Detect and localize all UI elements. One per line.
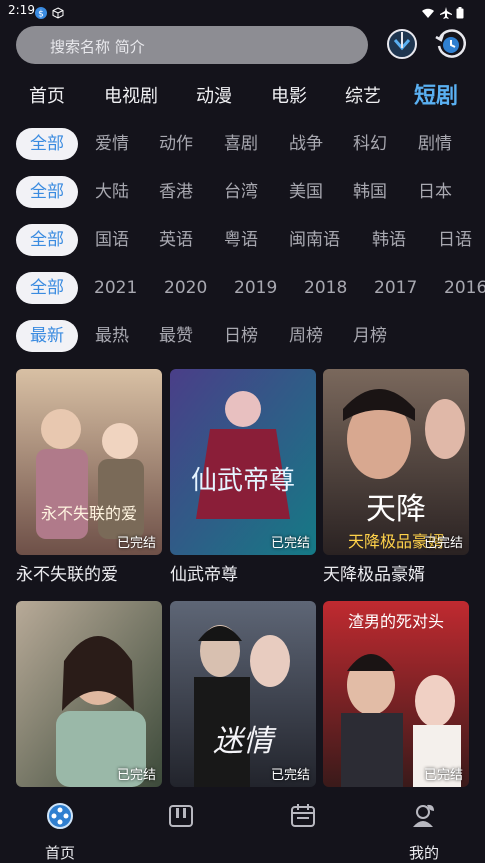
status-badge: 已完结: [116, 768, 156, 783]
year-option[interactable]: 2016: [444, 272, 485, 304]
category-tabs: 首页 电视剧 动漫 电影 综艺 短剧: [0, 78, 485, 110]
download-icon: [387, 29, 417, 59]
genre-option[interactable]: 战争: [289, 128, 323, 160]
tab-movies[interactable]: 电影: [271, 82, 307, 108]
drama-card[interactable]: 已完结: [16, 601, 162, 787]
svg-text:$: $: [38, 10, 44, 20]
drama-card[interactable]: 迷情 已完结: [170, 601, 316, 787]
piano-icon: [169, 805, 193, 827]
tab-short-drama[interactable]: 短剧: [414, 78, 458, 110]
nav-profile[interactable]: 我的: [384, 802, 464, 863]
year-filter-row: 全部 2021 2020 2019 2018 2017 2016: [0, 272, 485, 308]
language-option[interactable]: 闽南语: [289, 224, 340, 256]
region-option[interactable]: 大陆: [95, 176, 129, 208]
bottom-nav: 首页 我的: [0, 792, 485, 862]
drama-card[interactable]: 仙武帝尊 已完结 仙武帝尊: [170, 369, 316, 585]
status-badge: 已完结: [270, 536, 310, 551]
sort-option[interactable]: 月榜: [353, 320, 387, 352]
tab-home[interactable]: 首页: [29, 82, 65, 108]
region-filter-row: 全部 大陆 香港 台湾 美国 韩国 日本: [0, 176, 485, 212]
airplane-icon: [440, 4, 452, 19]
search-input[interactable]: 搜索名称 简介: [16, 26, 368, 64]
poster-image[interactable]: 迷情 已完结: [170, 601, 316, 787]
search-placeholder: 搜索名称 简介: [50, 38, 145, 56]
history-button[interactable]: [434, 28, 467, 60]
nav-rankings[interactable]: [141, 802, 221, 842]
genre-all-chip[interactable]: 全部: [16, 128, 78, 160]
genre-option[interactable]: 爱情: [95, 128, 129, 160]
genre-option[interactable]: 喜剧: [224, 128, 258, 160]
drama-title: 天降极品豪婿: [323, 565, 425, 585]
poster-art-title: 天降: [366, 492, 426, 527]
language-all-chip[interactable]: 全部: [16, 224, 78, 256]
status-badge: 已完结: [423, 768, 463, 783]
poster-image[interactable]: 渣男的死对头 已完结: [323, 601, 469, 787]
sort-latest-chip[interactable]: 最新: [16, 320, 78, 352]
nav-schedule[interactable]: [263, 802, 343, 842]
status-badge: 已完结: [270, 768, 310, 783]
wifi-icon: [422, 4, 434, 18]
drama-card[interactable]: 永不失联的爱 已完结 永不失联的爱: [16, 369, 162, 585]
nav-profile-label: 我的: [408, 844, 439, 862]
language-option[interactable]: 日语: [438, 224, 472, 256]
status-bar: 2:19 $: [0, 0, 485, 22]
sort-option[interactable]: 周榜: [289, 320, 323, 352]
poster-art-title: 渣男的死对头: [348, 612, 444, 631]
drama-title: 永不失联的爱: [16, 565, 118, 585]
tab-tv-series[interactable]: 电视剧: [104, 82, 158, 108]
nav-home-label: 首页: [44, 844, 75, 862]
year-option[interactable]: 2019: [234, 272, 277, 304]
tab-variety[interactable]: 综艺: [345, 82, 381, 108]
year-all-chip[interactable]: 全部: [16, 272, 78, 304]
status-badge: 已完结: [423, 536, 463, 551]
nav-home[interactable]: 首页: [20, 802, 100, 863]
cube-icon: [52, 4, 64, 19]
genre-filter-row: 全部 爱情 动作 喜剧 战争 科幻 剧情: [0, 128, 485, 164]
language-option[interactable]: 韩语: [372, 224, 406, 256]
drama-title: 仙武帝尊: [170, 565, 238, 585]
year-option[interactable]: 2021: [94, 272, 137, 304]
region-option[interactable]: 美国: [289, 176, 323, 208]
year-option[interactable]: 2017: [374, 272, 417, 304]
region-option[interactable]: 台湾: [224, 176, 258, 208]
poster-art-title: 永不失联的爱: [41, 504, 137, 523]
genre-option[interactable]: 科幻: [353, 128, 387, 160]
region-option[interactable]: 香港: [159, 176, 193, 208]
language-filter-row: 全部 国语 英语 粤语 闽南语 韩语 日语: [0, 224, 485, 260]
language-option[interactable]: 粤语: [224, 224, 258, 256]
calendar-icon: [291, 804, 315, 827]
notification-icon: $: [35, 4, 47, 20]
drama-card[interactable]: 渣男的死对头 已完结: [323, 601, 469, 787]
year-option[interactable]: 2018: [304, 272, 347, 304]
status-badge: 已完结: [116, 536, 156, 551]
poster-art-title: 仙武帝尊: [191, 466, 295, 496]
region-all-chip[interactable]: 全部: [16, 176, 78, 208]
user-icon: [413, 804, 434, 827]
region-option[interactable]: 韩国: [353, 176, 387, 208]
genre-option[interactable]: 动作: [159, 128, 193, 160]
status-time: 2:19: [8, 3, 35, 17]
poster-image[interactable]: 仙武帝尊 已完结: [170, 369, 316, 555]
drama-card[interactable]: 天降 天降极品豪婿 已完结 天降极品豪婿: [323, 369, 469, 585]
sort-option[interactable]: 最热: [95, 320, 129, 352]
poster-image[interactable]: 永不失联的爱 已完结: [16, 369, 162, 555]
sort-option[interactable]: 最赞: [159, 320, 193, 352]
poster-art-title: 迷情: [213, 724, 277, 759]
region-option[interactable]: 日本: [418, 176, 452, 208]
battery-icon: [456, 4, 464, 19]
genre-option[interactable]: 剧情: [418, 128, 452, 160]
language-option[interactable]: 英语: [159, 224, 193, 256]
sort-option[interactable]: 日榜: [224, 320, 258, 352]
tab-anime[interactable]: 动漫: [196, 82, 232, 108]
history-icon: [435, 29, 467, 58]
year-option[interactable]: 2020: [164, 272, 207, 304]
film-reel-icon: [47, 803, 73, 829]
download-button[interactable]: [386, 28, 418, 60]
poster-image[interactable]: 已完结: [16, 601, 162, 787]
poster-image[interactable]: 天降 天降极品豪婿 已完结: [323, 369, 469, 555]
language-option[interactable]: 国语: [95, 224, 129, 256]
sort-filter-row: 最新 最热 最赞 日榜 周榜 月榜: [0, 320, 485, 356]
